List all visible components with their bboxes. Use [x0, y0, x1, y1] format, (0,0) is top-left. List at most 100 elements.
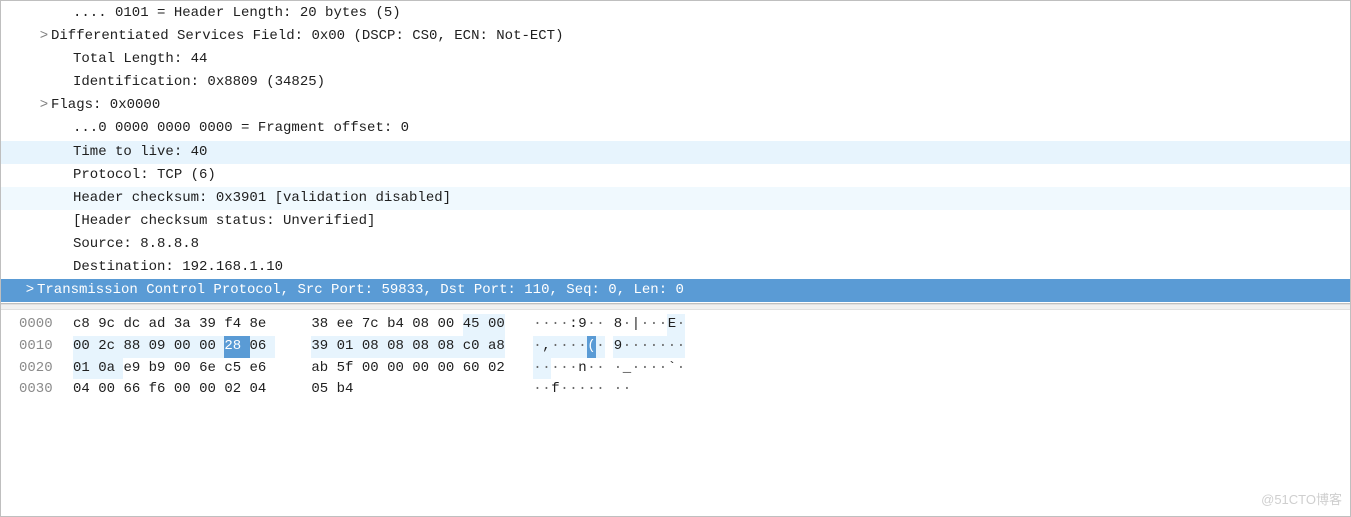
hex-byte[interactable]: 01 — [73, 358, 98, 380]
ip-dst[interactable]: Destination: 192.168.1.10 — [1, 256, 1350, 279]
ascii-char[interactable]: · — [640, 358, 649, 380]
hex-bytes[interactable]: 04 00 66 f6 00 00 02 04 05 b4 — [73, 379, 533, 401]
ascii-char[interactable]: · — [596, 336, 605, 358]
ascii-char[interactable]: · — [551, 336, 560, 358]
hex-byte[interactable]: 02 — [224, 379, 249, 401]
hex-bytes[interactable]: 00 2c 88 09 00 00 28 06 39 01 08 08 08 0… — [73, 336, 533, 358]
hex-bytes[interactable]: c8 9c dc ad 3a 39 f4 8e 38 ee 7c b4 08 0… — [73, 314, 533, 336]
ascii-char[interactable]: 9 — [613, 336, 622, 358]
tcp-root[interactable]: >Transmission Control Protocol, Src Port… — [1, 279, 1350, 302]
hex-byte[interactable]: a8 — [488, 336, 505, 358]
hex-byte[interactable]: 00 — [387, 358, 412, 380]
hex-byte[interactable]: 8e — [250, 314, 275, 336]
expand-icon[interactable]: > — [23, 279, 37, 302]
ascii-char[interactable]: _ — [622, 358, 631, 380]
hex-byte[interactable]: 00 — [174, 379, 199, 401]
hex-byte[interactable]: 5f — [337, 358, 362, 380]
ip-len[interactable]: Total Length: 44 — [1, 48, 1350, 71]
hex-byte[interactable]: b4 — [337, 379, 354, 401]
hex-byte[interactable]: 00 — [98, 379, 123, 401]
ascii-char[interactable]: · — [560, 379, 569, 401]
ip-hdrlen[interactable]: .... 0101 = Header Length: 20 bytes (5) — [1, 2, 1350, 25]
ip-flags[interactable]: >Flags: 0x0000 — [1, 94, 1350, 117]
hex-byte[interactable]: 00 — [438, 314, 463, 336]
ascii-char[interactable]: · — [676, 314, 685, 336]
hex-byte[interactable]: 2c — [98, 336, 123, 358]
ascii-char[interactable]: · — [560, 336, 569, 358]
ascii-char[interactable]: · — [631, 358, 640, 380]
ascii-char[interactable]: · — [551, 314, 560, 336]
hex-byte[interactable]: 00 — [199, 379, 224, 401]
hex-byte[interactable]: 04 — [73, 379, 98, 401]
hex-byte[interactable]: 08 — [412, 336, 437, 358]
ascii-char[interactable]: , — [542, 336, 551, 358]
ascii-char[interactable]: · — [596, 358, 605, 380]
hex-byte[interactable]: 05 — [311, 379, 336, 401]
hex-byte[interactable]: 06 — [250, 336, 275, 358]
ascii-char[interactable]: | — [631, 314, 640, 336]
ascii-char[interactable]: · — [649, 314, 658, 336]
ascii-char[interactable]: · — [587, 379, 596, 401]
ascii-char[interactable]: · — [640, 314, 649, 336]
ascii-char[interactable]: · — [676, 358, 685, 380]
ascii-char[interactable]: 8 — [613, 314, 622, 336]
ascii-char[interactable]: · — [613, 358, 622, 380]
hex-byte[interactable]: 04 — [250, 379, 275, 401]
hex-ascii[interactable]: ·,····(· 9······· — [533, 336, 1350, 358]
ascii-char[interactable]: · — [622, 314, 631, 336]
hex-byte[interactable]: 00 — [174, 358, 199, 380]
ascii-char[interactable]: · — [649, 358, 658, 380]
hex-byte[interactable]: 09 — [149, 336, 174, 358]
ascii-char[interactable]: · — [578, 379, 587, 401]
hex-byte[interactable]: 08 — [387, 336, 412, 358]
hex-byte[interactable]: 00 — [199, 336, 224, 358]
hex-byte[interactable]: 39 — [199, 314, 224, 336]
hex-byte[interactable]: 08 — [438, 336, 463, 358]
ip-fragoffset[interactable]: ...0 0000 0000 0000 = Fragment offset: 0 — [1, 117, 1350, 140]
hex-byte[interactable]: c8 — [73, 314, 98, 336]
ascii-char[interactable]: · — [587, 358, 596, 380]
hex-byte[interactable]: c5 — [224, 358, 249, 380]
ascii-char[interactable]: · — [622, 336, 631, 358]
ascii-char[interactable]: · — [560, 314, 569, 336]
hex-byte[interactable]: 00 — [73, 336, 98, 358]
hex-byte[interactable]: e9 — [123, 358, 148, 380]
ascii-char[interactable]: · — [613, 379, 622, 401]
ascii-char[interactable]: · — [658, 358, 667, 380]
hex-byte[interactable]: 3a — [174, 314, 199, 336]
hex-byte[interactable]: ab — [311, 358, 336, 380]
hex-byte[interactable]: e6 — [250, 358, 275, 380]
ascii-char[interactable]: · — [676, 336, 685, 358]
hex-byte[interactable]: 9c — [98, 314, 123, 336]
hex-byte[interactable]: 7c — [362, 314, 387, 336]
ascii-char[interactable]: · — [533, 314, 542, 336]
ascii-char[interactable]: · — [533, 379, 542, 401]
ip-ttl[interactable]: Time to live: 40 — [1, 141, 1350, 164]
hex-byte[interactable]: 88 — [123, 336, 148, 358]
hex-byte[interactable]: 38 — [311, 314, 336, 336]
ascii-char[interactable]: · — [542, 314, 551, 336]
ascii-char[interactable]: · — [596, 379, 605, 401]
hex-byte[interactable]: b4 — [387, 314, 412, 336]
hex-bytes[interactable]: 01 0a e9 b9 00 6e c5 e6 ab 5f 00 00 00 0… — [73, 358, 533, 380]
ip-id[interactable]: Identification: 0x8809 (34825) — [1, 71, 1350, 94]
ascii-char[interactable]: · — [596, 314, 605, 336]
hex-byte[interactable]: f4 — [224, 314, 249, 336]
hex-byte[interactable]: 02 — [488, 358, 505, 380]
hex-byte[interactable]: b9 — [149, 358, 174, 380]
ascii-char[interactable]: · — [569, 358, 578, 380]
hex-byte[interactable]: 00 — [438, 358, 463, 380]
hex-byte[interactable]: 6e — [199, 358, 224, 380]
hex-byte[interactable]: 00 — [174, 336, 199, 358]
hex-byte[interactable]: 45 — [463, 314, 488, 336]
ascii-char[interactable]: · — [587, 314, 596, 336]
hex-row[interactable]: 00 00c8 9c dc ad 3a 39 f4 8e 38 ee 7c b4 … — [1, 314, 1350, 336]
hex-byte[interactable]: 00 — [488, 314, 505, 336]
hex-byte[interactable]: c0 — [463, 336, 488, 358]
ascii-char[interactable]: n — [578, 358, 587, 380]
ip-checksum-status[interactable]: [Header checksum status: Unverified] — [1, 210, 1350, 233]
hex-byte[interactable]: f6 — [149, 379, 174, 401]
ascii-char[interactable]: · — [551, 358, 560, 380]
hex-ascii[interactable]: ··f····· ·· — [533, 379, 1350, 401]
ascii-char[interactable]: E — [667, 314, 676, 336]
